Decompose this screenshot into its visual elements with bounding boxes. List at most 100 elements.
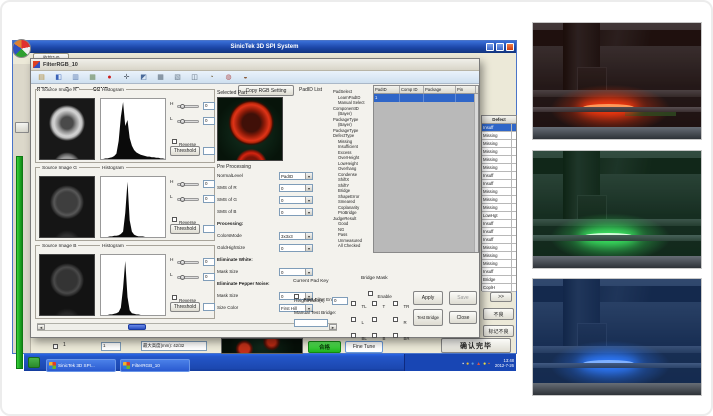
bridge-mask-checkbox[interactable] — [393, 333, 398, 338]
tray-icon-4[interactable]: ▲ — [476, 361, 481, 367]
table-cell[interactable] — [400, 94, 424, 102]
defect-row[interactable]: Missing — [482, 156, 516, 164]
low-value-field[interactable]: 0 — [203, 273, 215, 281]
slider-thumb[interactable] — [180, 260, 185, 265]
bridge-mask-checkbox[interactable] — [351, 333, 356, 338]
ng-button[interactable]: 不良 — [483, 308, 514, 320]
low-slider[interactable] — [177, 120, 199, 123]
defect-row[interactable]: Missing — [482, 188, 516, 196]
threshold-button[interactable]: Threshold — [170, 146, 200, 156]
preprocessing-dropdown[interactable]: 0 ▾ — [279, 196, 313, 204]
preprocessing-dropdown[interactable]: 3x3x3 ▾ — [279, 232, 313, 240]
close-dialog-button[interactable]: Close — [449, 311, 477, 324]
defect-row[interactable]: Insuff — [482, 220, 516, 228]
column-header[interactable]: Package — [424, 86, 456, 93]
confirm-complete-button[interactable]: 确认完毕 — [441, 338, 511, 353]
maximize-button[interactable] — [496, 43, 504, 51]
defect-row[interactable]: Missing — [482, 196, 516, 204]
reverse-checkbox[interactable] — [172, 295, 177, 300]
taskbar-item[interactable]: SinicTek 3D SPI... — [46, 359, 116, 372]
slider-thumb[interactable] — [180, 104, 185, 109]
save-icon[interactable]: ◧ — [54, 73, 63, 82]
help-icon[interactable]: ◒ — [241, 73, 250, 82]
defect-row[interactable]: Insuff — [482, 124, 516, 132]
scroll-right-icon[interactable]: ► — [329, 324, 337, 330]
column-header[interactable]: PadID — [374, 86, 400, 93]
preprocessing-dropdown[interactable]: 0 ▾ — [279, 184, 313, 192]
start-button[interactable] — [28, 357, 40, 368]
threshold-value-field[interactable] — [203, 303, 215, 311]
grid-icon[interactable]: ▦ — [156, 73, 165, 82]
bridge-mask-checkbox[interactable] — [351, 317, 356, 322]
taskbar-item[interactable]: FilterRGB_10 — [120, 359, 190, 372]
preprocessing-dropdown[interactable]: 0 ▾ — [279, 208, 313, 216]
high-slider[interactable] — [177, 183, 199, 186]
mark-ng-button[interactable]: 标记不良 — [483, 325, 514, 337]
apply-button[interactable]: Apply — [413, 291, 443, 305]
table-scrollbar[interactable] — [474, 94, 478, 252]
defect-row[interactable]: CoplH — [482, 284, 516, 292]
column-header[interactable]: Pin — [456, 86, 476, 93]
copy-icon[interactable]: ▥ — [71, 73, 80, 82]
slider-thumb[interactable] — [180, 275, 185, 280]
defect-row[interactable]: Missing — [482, 148, 516, 156]
defect-row[interactable]: Missing — [482, 204, 516, 212]
low-value-field[interactable]: 0 — [203, 195, 215, 203]
high-value-field[interactable]: 0 — [203, 258, 215, 266]
layers-icon[interactable]: ◫ — [190, 73, 199, 82]
pass-button[interactable]: 合格 — [308, 341, 341, 353]
preprocessing-dropdown[interactable]: 0 ▾ — [279, 244, 313, 252]
record-icon[interactable]: ● — [105, 73, 114, 82]
bridge-mask-checkbox[interactable] — [372, 301, 377, 306]
bridge-mask-checkbox[interactable] — [372, 333, 377, 338]
image-icon[interactable]: ▧ — [173, 73, 182, 82]
palette-icon[interactable]: ◍ — [224, 73, 233, 82]
defect-row[interactable]: Insuff — [482, 180, 516, 188]
open-icon[interactable]: ▤ — [37, 73, 46, 82]
defect-row[interactable]: Missing — [482, 260, 516, 268]
tree-item[interactable]: All Checked — [331, 243, 375, 249]
save-button[interactable]: Save — [449, 291, 477, 305]
paste-icon[interactable]: ▦ — [88, 73, 97, 82]
threshold-value-field[interactable] — [203, 225, 215, 233]
high-value-field[interactable]: 0 — [203, 102, 215, 110]
high-slider[interactable] — [177, 105, 199, 108]
low-slider[interactable] — [177, 276, 199, 279]
defect-row[interactable]: Missing — [482, 252, 516, 260]
threshold-button[interactable]: Threshold — [170, 302, 200, 312]
reverse-checkbox[interactable] — [172, 139, 177, 144]
manual-test-bridge-field[interactable] — [294, 319, 328, 327]
more-button[interactable]: >> — [490, 292, 512, 302]
defect-row[interactable]: Missing — [482, 132, 516, 140]
side-button[interactable] — [15, 122, 29, 133]
measure-icon[interactable]: ◔ — [207, 73, 216, 82]
defect-row[interactable]: Missing — [482, 244, 516, 252]
slider-thumb[interactable] — [180, 197, 185, 202]
defect-row[interactable]: Missing — [482, 140, 516, 148]
preprocessing-dropdown[interactable]: 0 ▾ — [279, 268, 313, 276]
minimize-button[interactable] — [486, 43, 494, 51]
bridge-mask-checkbox[interactable] — [393, 317, 398, 322]
defect-row[interactable]: Insuff — [482, 228, 516, 236]
bridge-mask-checkbox[interactable] — [372, 317, 377, 322]
scrollbar-thumb[interactable] — [128, 324, 146, 330]
preprocessing-dropdown[interactable]: PadID ▾ — [279, 172, 313, 180]
tray-icon-2[interactable]: ● — [466, 361, 469, 367]
bridge-mask-checkbox[interactable] — [351, 301, 356, 306]
reverse-checkbox[interactable] — [172, 217, 177, 222]
slider-thumb[interactable] — [180, 182, 185, 187]
tray-icon-5[interactable]: ● — [483, 361, 486, 367]
tray-icon-1[interactable]: ▪ — [462, 361, 464, 367]
slider-thumb[interactable] — [180, 119, 185, 124]
status-field[interactable]: 1 — [101, 342, 121, 351]
defect-row[interactable]: Bridge — [482, 276, 516, 284]
defect-row[interactable]: Missing — [482, 164, 516, 172]
table-cell[interactable] — [456, 94, 476, 102]
bridge-mask-checkbox[interactable] — [393, 301, 398, 306]
height-ratio-field[interactable]: 0 — [332, 297, 348, 305]
status-checkbox[interactable] — [53, 344, 58, 349]
test-bridge-button[interactable]: Test Bridge — [413, 309, 443, 326]
tray-icon-6[interactable]: ▪ — [488, 361, 490, 367]
threshold-value-field[interactable] — [203, 147, 215, 155]
select-region-icon[interactable]: ◩ — [139, 73, 148, 82]
